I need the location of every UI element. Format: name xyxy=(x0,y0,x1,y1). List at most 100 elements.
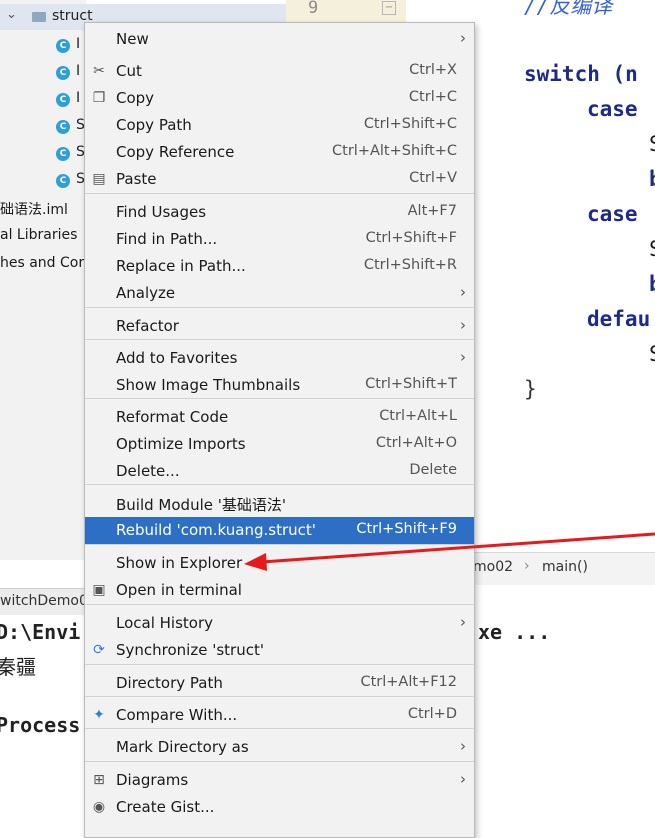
menu-item-copy[interactable]: ❐ Copy Ctrl+C xyxy=(85,85,474,112)
menu-item-add-to-favorites[interactable]: Add to Favorites › xyxy=(85,345,474,372)
menu-item-build-module[interactable]: Build Module '基础语法' xyxy=(85,490,474,517)
menu-item-refactor[interactable]: Refactor › xyxy=(85,313,474,340)
menu-separator xyxy=(85,604,474,605)
menu-item-create-gist[interactable]: ◉ Create Gist... xyxy=(85,794,474,821)
submenu-arrow-icon: › xyxy=(460,348,466,366)
menu-item-mark-directory-as[interactable]: Mark Directory as › xyxy=(85,734,474,761)
code-line: S xyxy=(649,342,655,366)
code-line: defau xyxy=(587,307,651,331)
menu-separator xyxy=(85,307,474,308)
copy-icon: ❐ xyxy=(92,90,106,106)
menu-item-diagrams[interactable]: ⊞ Diagrams › xyxy=(85,767,474,794)
menu-item-copy-path[interactable]: Copy Path Ctrl+Shift+C xyxy=(85,112,474,139)
menu-item-rebuild-com-kuang-struct[interactable]: Rebuild 'com.kuang.struct' Ctrl+Shift+F9 xyxy=(85,517,474,544)
menu-item-directory-path[interactable]: Directory Path Ctrl+Alt+F12 xyxy=(85,670,474,697)
java-class-icon: C xyxy=(56,147,70,161)
menu-item-shortcut: Delete xyxy=(409,462,457,478)
menu-item-shortcut: Ctrl+Shift+T xyxy=(365,376,457,392)
menu-item-replace-in-path[interactable]: Replace in Path... Ctrl+Shift+R xyxy=(85,253,474,280)
code-line: S xyxy=(649,132,655,156)
menu-item-find-usages[interactable]: Find Usages Alt+F7 xyxy=(85,199,474,226)
sync-icon: ⟳ xyxy=(93,642,105,658)
menu-item-open-in-terminal[interactable]: ▣ Open in terminal xyxy=(85,577,474,604)
menu-item-label: Find Usages xyxy=(116,203,207,221)
tree-scratches[interactable]: hes and Cor xyxy=(0,255,84,271)
menu-item-label: Diagrams xyxy=(116,771,189,789)
code-line: S xyxy=(649,237,655,261)
menu-item-optimize-imports[interactable]: Optimize Imports Ctrl+Alt+O xyxy=(85,431,474,458)
menu-item-new[interactable]: New › xyxy=(85,26,474,53)
menu-item-find-in-path[interactable]: Find in Path... Ctrl+Shift+F xyxy=(85,226,474,253)
menu-separator xyxy=(85,728,474,729)
java-class-icon: C xyxy=(56,39,70,53)
fold-marker-icon[interactable]: − xyxy=(382,1,396,15)
breadcrumb-method[interactable]: main() xyxy=(542,559,588,575)
menu-item-compare-with[interactable]: ✦ Compare With... Ctrl+D xyxy=(85,702,474,729)
submenu-arrow-icon: › xyxy=(460,316,466,334)
folder-icon xyxy=(32,12,46,22)
menu-item-delete[interactable]: Delete... Delete xyxy=(85,458,474,485)
menu-item-label: Local History xyxy=(116,614,214,632)
run-tab-bar: witchDemo0 xyxy=(0,588,88,616)
chevron-down-icon[interactable]: ⌄ xyxy=(6,7,17,22)
submenu-arrow-icon: › xyxy=(460,283,466,301)
menu-item-shortcut: Ctrl+Shift+C xyxy=(363,116,457,132)
diagram-icon: ⊞ xyxy=(93,772,105,788)
menu-item-shortcut: Ctrl+Alt+F12 xyxy=(360,674,457,690)
menu-item-shortcut: Ctrl+Alt+O xyxy=(375,435,457,451)
tree-external-libraries[interactable]: al Libraries xyxy=(0,227,77,243)
code-line: case xyxy=(587,202,638,226)
code-line: case xyxy=(587,97,638,121)
menu-item-label: Compare With... xyxy=(116,706,238,724)
editor-gutter: 9 − xyxy=(286,0,406,22)
menu-item-label: Copy Path xyxy=(116,116,192,134)
menu-item-shortcut: Ctrl+Alt+L xyxy=(379,408,457,424)
context-menu: New › ✂ Cut Ctrl+X ❐ Copy Ctrl+C Copy Path Ctrl+S… xyxy=(84,22,475,838)
menu-item-reformat-code[interactable]: Reformat Code Ctrl+Alt+L xyxy=(85,404,474,431)
menu-item-label: Analyze xyxy=(116,284,176,302)
menu-item-label: Show in Explorer xyxy=(116,554,243,572)
menu-item-shortcut: Ctrl+C xyxy=(408,89,457,105)
menu-item-label: Build Module '基础语法' xyxy=(116,496,286,514)
java-class-icon: C xyxy=(56,120,70,134)
menu-item-label: Directory Path xyxy=(116,674,223,692)
github-icon: ◉ xyxy=(92,799,106,815)
console-line-suffix: xe ... xyxy=(478,620,551,644)
menu-item-show-in-explorer[interactable]: Show in Explorer xyxy=(85,550,474,577)
menu-separator xyxy=(85,696,474,697)
console-line: D:\Envi xyxy=(0,620,81,644)
menu-item-label: Cut xyxy=(116,62,142,80)
menu-item-label: Add to Favorites xyxy=(116,349,238,367)
menu-item-shortcut: Ctrl+D xyxy=(407,706,457,722)
menu-item-label: Optimize Imports xyxy=(116,435,246,453)
menu-item-label: Find in Path... xyxy=(116,230,218,248)
tree-iml-file[interactable]: 础语法.iml xyxy=(0,199,68,219)
menu-item-copy-reference[interactable]: Copy Reference Ctrl+Alt+Shift+C xyxy=(85,139,474,166)
java-class-icon: C xyxy=(56,174,70,188)
submenu-arrow-icon: › xyxy=(460,29,466,47)
breadcrumb-class[interactable]: mo02 xyxy=(473,559,513,575)
menu-item-label: Replace in Path... xyxy=(116,257,246,275)
java-class-icon: C xyxy=(56,66,70,80)
menu-item-synchronize-struct[interactable]: ⟳ Synchronize 'struct' xyxy=(85,637,474,664)
menu-item-local-history[interactable]: Local History › xyxy=(85,610,474,637)
menu-item-shortcut: Ctrl+Shift+R xyxy=(363,257,457,273)
tree-class-label: I xyxy=(76,63,81,79)
menu-separator xyxy=(85,664,474,665)
scissors-icon: ✂ xyxy=(93,63,105,79)
menu-separator xyxy=(85,398,474,399)
menu-separator xyxy=(85,484,474,485)
menu-item-label: Rebuild 'com.kuang.struct' xyxy=(116,521,316,539)
code-line: b xyxy=(649,167,655,191)
menu-item-show-image-thumbnails[interactable]: Show Image Thumbnails Ctrl+Shift+T xyxy=(85,372,474,399)
menu-item-cut[interactable]: ✂ Cut Ctrl+X xyxy=(85,58,474,85)
run-tab[interactable]: witchDemo0 xyxy=(0,593,88,609)
code-line: b xyxy=(649,272,655,296)
menu-item-label: Mark Directory as xyxy=(116,738,249,756)
menu-item-analyze[interactable]: Analyze › xyxy=(85,280,474,307)
menu-item-label: Create Gist... xyxy=(116,798,215,816)
menu-item-paste[interactable]: ▤ Paste Ctrl+V xyxy=(85,166,474,193)
code-line: } xyxy=(524,377,537,401)
paste-icon: ▤ xyxy=(92,171,106,187)
console-line: 秦疆 xyxy=(0,655,36,679)
